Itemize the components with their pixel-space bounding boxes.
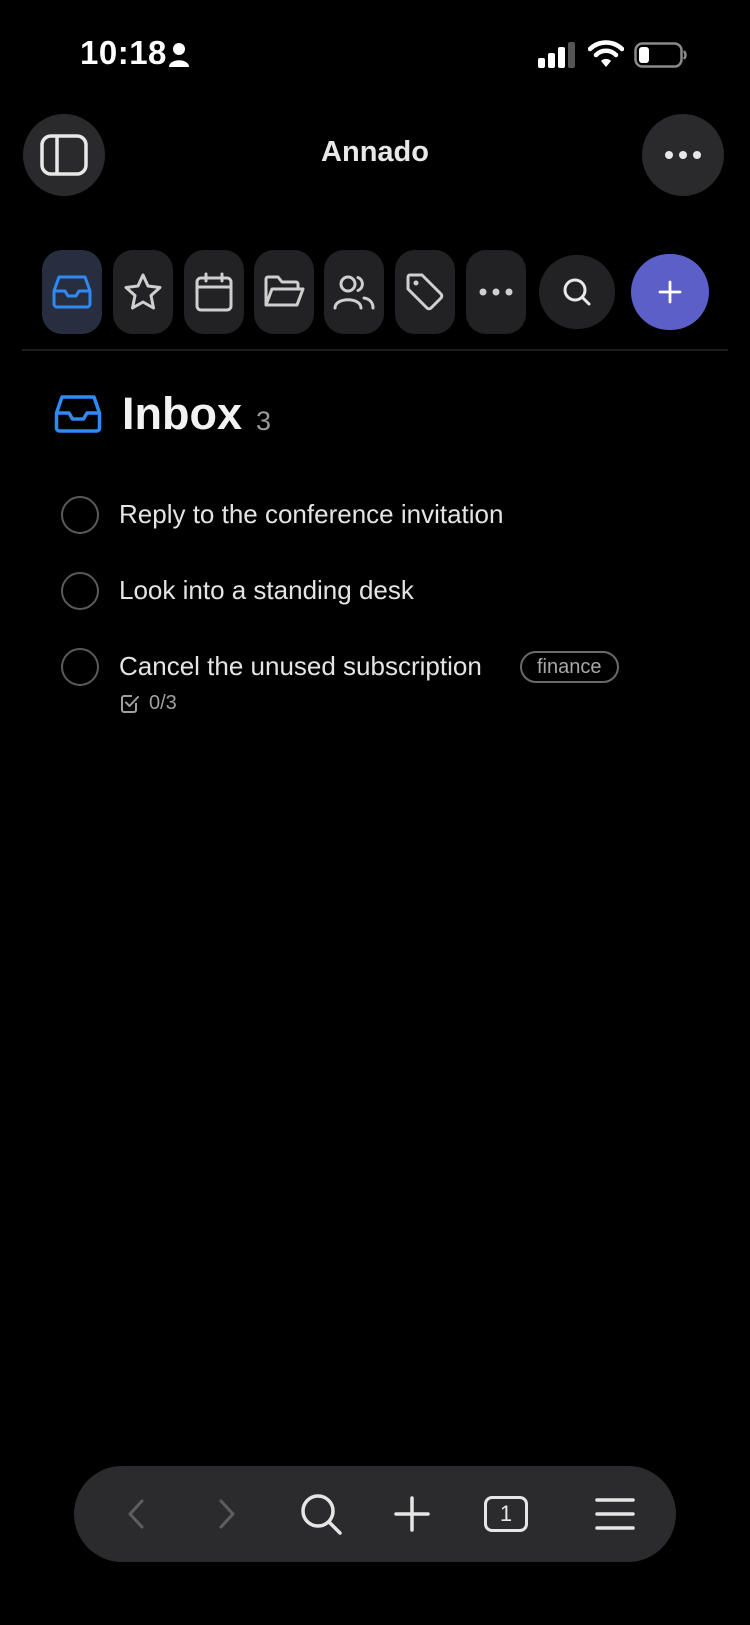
task-checkbox[interactable] bbox=[61, 496, 99, 534]
task-checkbox[interactable] bbox=[61, 648, 99, 686]
app-title: Annado bbox=[321, 136, 429, 168]
plus-icon bbox=[394, 1496, 430, 1532]
task-count: 3 bbox=[256, 406, 272, 436]
tabs-button[interactable]: 1 bbox=[480, 1488, 532, 1540]
chevron-left-icon bbox=[128, 1499, 144, 1529]
inbox-icon bbox=[54, 395, 102, 433]
wifi-icon bbox=[588, 40, 624, 67]
status-time: 10:18 bbox=[80, 34, 167, 71]
search-icon bbox=[301, 1494, 342, 1535]
add-task-button[interactable] bbox=[631, 254, 709, 330]
page-title: Inbox bbox=[122, 388, 242, 439]
toolbar-inbox-button[interactable] bbox=[42, 250, 102, 334]
toolbar-search-button[interactable] bbox=[539, 255, 615, 329]
tag-icon bbox=[406, 273, 444, 311]
star-icon bbox=[124, 273, 162, 310]
search-icon bbox=[563, 278, 591, 306]
checklist-icon bbox=[121, 695, 139, 713]
plus-icon bbox=[658, 280, 682, 304]
inbox-icon bbox=[52, 275, 92, 309]
chevron-right-icon bbox=[219, 1499, 235, 1529]
hamburger-menu-icon bbox=[595, 1498, 635, 1530]
browser-menu-button[interactable] bbox=[589, 1488, 641, 1540]
ellipsis-icon bbox=[479, 288, 513, 296]
toolbar-calendar-button[interactable] bbox=[184, 250, 244, 334]
task-checkbox[interactable] bbox=[61, 572, 99, 610]
toolbar-starred-button[interactable] bbox=[113, 250, 173, 334]
toolbar-tags-button[interactable] bbox=[395, 250, 455, 334]
toolbar-divider bbox=[22, 349, 728, 351]
toolbar-more-button[interactable] bbox=[466, 250, 526, 334]
battery-icon bbox=[634, 42, 687, 68]
task-row[interactable]: Reply to the conference invitation bbox=[0, 496, 750, 540]
subtask-progress: 0/3 bbox=[149, 692, 177, 714]
tab-count: 1 bbox=[484, 1496, 528, 1532]
calendar-icon bbox=[195, 272, 233, 312]
toolbar-shared-button[interactable] bbox=[324, 250, 384, 334]
person-icon bbox=[169, 43, 189, 67]
more-options-button[interactable] bbox=[642, 114, 724, 196]
back-button[interactable] bbox=[110, 1488, 162, 1540]
task-title[interactable]: Look into a standing desk bbox=[119, 575, 414, 606]
new-tab-button[interactable] bbox=[386, 1488, 438, 1540]
folder-icon bbox=[264, 275, 305, 307]
browser-search-button[interactable] bbox=[295, 1488, 347, 1540]
browser-toolbar bbox=[74, 1466, 676, 1562]
people-icon bbox=[333, 275, 375, 310]
forward-button[interactable] bbox=[201, 1488, 253, 1540]
task-row[interactable]: Cancel the unused subscription bbox=[0, 648, 750, 718]
task-row[interactable]: Look into a standing desk bbox=[0, 572, 750, 616]
tag-badge[interactable]: finance bbox=[520, 651, 619, 683]
toolbar-projects-button[interactable] bbox=[254, 250, 314, 334]
task-title[interactable]: Reply to the conference invitation bbox=[119, 499, 503, 530]
signal-icon bbox=[538, 42, 575, 68]
task-title[interactable]: Cancel the unused subscription bbox=[119, 651, 482, 682]
ellipsis-icon bbox=[665, 151, 701, 159]
